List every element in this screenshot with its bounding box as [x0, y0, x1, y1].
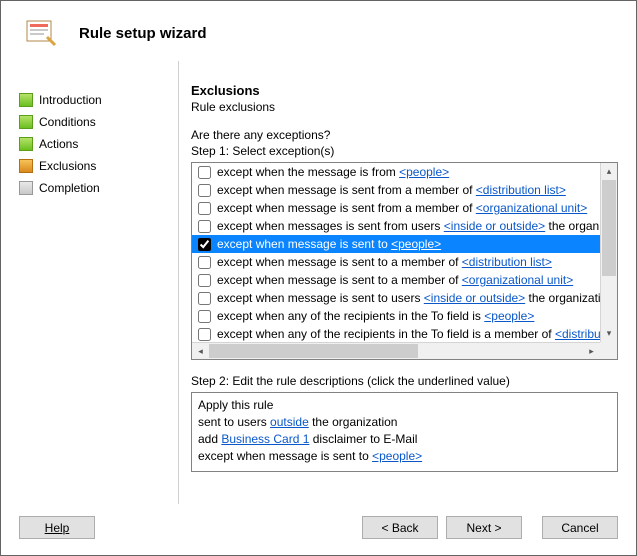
description-line: add Business Card 1 disclaimer to E-Mail: [198, 431, 611, 448]
exception-row[interactable]: except when message is sent to users <in…: [192, 289, 600, 307]
exception-value-link[interactable]: <people>: [391, 237, 441, 251]
step2-label: Step 2: Edit the rule descriptions (clic…: [191, 374, 618, 388]
exception-checkbox[interactable]: [198, 220, 211, 233]
scroll-right-button[interactable]: ▸: [583, 343, 600, 359]
exception-text: except when messages is sent from users …: [217, 219, 600, 233]
section-subtitle: Rule exclusions: [191, 100, 618, 114]
exceptions-listbox[interactable]: except when the message is from <people>…: [191, 162, 618, 360]
sidebar-step-icon: [19, 159, 33, 173]
exception-row[interactable]: except when message is sent to a member …: [192, 271, 600, 289]
sidebar-item-label: Exclusions: [39, 159, 96, 173]
exception-row[interactable]: except when message is sent from a membe…: [192, 199, 600, 217]
vertical-scrollbar[interactable]: ▴ ▾: [600, 163, 617, 342]
section-title: Exclusions: [191, 83, 618, 98]
description-line: sent to users outside the organization: [198, 414, 611, 431]
exception-row[interactable]: except when messages is sent from users …: [192, 217, 600, 235]
exception-checkbox[interactable]: [198, 328, 211, 341]
next-button[interactable]: Next >: [446, 516, 522, 539]
sidebar-step-icon: [19, 115, 33, 129]
exception-row[interactable]: except when any of the recipients in the…: [192, 325, 600, 342]
back-button[interactable]: < Back: [362, 516, 438, 539]
sidebar-item-exclusions[interactable]: Exclusions: [19, 155, 178, 177]
sidebar-item-label: Completion: [39, 181, 100, 195]
exceptions-question: Are there any exceptions?: [191, 128, 618, 142]
description-value-link[interactable]: Business Card 1: [221, 432, 309, 446]
horizontal-scroll-thumb[interactable]: [209, 344, 418, 358]
description-value-link[interactable]: outside: [270, 415, 309, 429]
exception-checkbox[interactable]: [198, 256, 211, 269]
scroll-left-button[interactable]: ◂: [192, 343, 209, 359]
exception-checkbox[interactable]: [198, 166, 211, 179]
exception-row[interactable]: except when message is sent from a membe…: [192, 181, 600, 199]
exception-value-link[interactable]: <organizational unit>: [476, 201, 587, 215]
exception-checkbox[interactable]: [198, 274, 211, 287]
sidebar-item-actions[interactable]: Actions: [19, 133, 178, 155]
sidebar-step-icon: [19, 93, 33, 107]
scroll-down-button[interactable]: ▾: [601, 325, 617, 342]
sidebar-item-label: Conditions: [39, 115, 96, 129]
description-value-link[interactable]: <people>: [372, 449, 422, 463]
exception-text: except when any of the recipients in the…: [217, 309, 534, 323]
exception-row[interactable]: except when message is sent to a member …: [192, 253, 600, 271]
exception-row[interactable]: except when message is sent to <people>: [192, 235, 600, 253]
exception-value-link[interactable]: <distribution list>: [462, 255, 552, 269]
exception-value-link[interactable]: <inside or outside>: [424, 291, 525, 305]
exception-text: except when message is sent from a membe…: [217, 201, 587, 215]
description-line: Apply this rule: [198, 397, 611, 414]
exception-text: except when the message is from <people>: [217, 165, 449, 179]
exception-checkbox[interactable]: [198, 202, 211, 215]
sidebar: Introduction Conditions Actions Exclusions C…: [19, 61, 179, 504]
exception-value-link[interactable]: <people>: [484, 309, 534, 323]
exception-checkbox[interactable]: [198, 292, 211, 305]
rule-description-box: Apply this rulesent to users outside the…: [191, 392, 618, 472]
footer: Help < Back Next > Cancel: [1, 504, 636, 555]
scroll-corner: [600, 342, 617, 359]
rule-setup-wizard-window: Rule setup wizard Introduction Conditions…: [0, 0, 637, 556]
sidebar-item-conditions[interactable]: Conditions: [19, 111, 178, 133]
exception-row[interactable]: except when the message is from <people>: [192, 163, 600, 181]
header: Rule setup wizard: [1, 1, 636, 61]
sidebar-step-icon: [19, 181, 33, 195]
exception-value-link[interactable]: <organizational unit>: [462, 273, 573, 287]
sidebar-step-icon: [19, 137, 33, 151]
exception-text: except when message is sent to a member …: [217, 255, 552, 269]
wizard-icon: [23, 15, 59, 51]
exception-value-link[interactable]: <inside or outside>: [444, 219, 545, 233]
exception-text: except when message is sent to a member …: [217, 273, 573, 287]
sidebar-item-completion[interactable]: Completion: [19, 177, 178, 199]
wizard-title: Rule setup wizard: [79, 25, 207, 42]
exception-checkbox[interactable]: [198, 238, 211, 251]
exception-checkbox[interactable]: [198, 310, 211, 323]
exception-value-link[interactable]: <people>: [399, 165, 449, 179]
sidebar-item-label: Introduction: [39, 93, 102, 107]
cancel-button[interactable]: Cancel: [542, 516, 618, 539]
sidebar-item-label: Actions: [39, 137, 78, 151]
exception-value-link[interactable]: <distribut: [555, 327, 600, 341]
exception-value-link[interactable]: <distribution list>: [476, 183, 566, 197]
step1-label: Step 1: Select exception(s): [191, 144, 618, 158]
exception-text: except when any of the recipients in the…: [217, 327, 600, 341]
exception-text: except when message is sent from a membe…: [217, 183, 566, 197]
exception-text: except when message is sent to users <in…: [217, 291, 600, 305]
description-line: except when message is sent to <people>: [198, 448, 611, 465]
exception-checkbox[interactable]: [198, 184, 211, 197]
horizontal-scrollbar[interactable]: ◂ ▸: [192, 342, 600, 359]
help-button[interactable]: Help: [19, 516, 95, 539]
exception-row[interactable]: except when any of the recipients in the…: [192, 307, 600, 325]
sidebar-item-introduction[interactable]: Introduction: [19, 89, 178, 111]
vertical-scroll-thumb[interactable]: [602, 180, 616, 276]
scroll-up-button[interactable]: ▴: [601, 163, 617, 180]
exception-text: except when message is sent to <people>: [217, 237, 441, 251]
